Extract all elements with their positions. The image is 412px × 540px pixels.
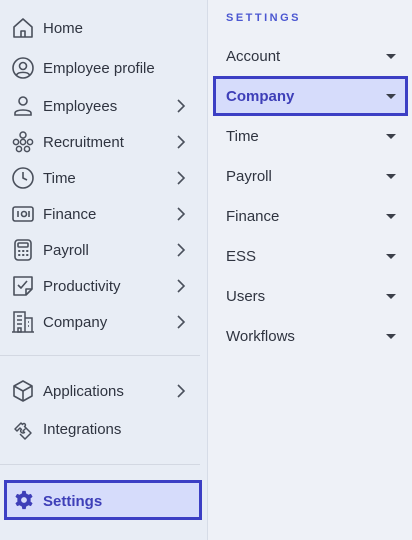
settings-item-label: Time bbox=[226, 128, 259, 145]
sidebar-item-employees[interactable]: Employees bbox=[0, 90, 208, 122]
banknote-icon bbox=[11, 202, 35, 226]
chevron-right-icon bbox=[177, 315, 186, 329]
settings-panel: SETTINGS Account Company Time Payroll Fi… bbox=[209, 0, 412, 540]
caret-down-icon bbox=[386, 134, 396, 139]
chevron-right-icon bbox=[177, 171, 186, 185]
settings-item-finance[interactable]: Finance bbox=[209, 196, 412, 236]
settings-section-title: SETTINGS bbox=[226, 12, 302, 24]
settings-item-label: Users bbox=[226, 288, 266, 305]
sidebar-item-employee-profile[interactable]: Employee profile bbox=[0, 52, 208, 84]
cube-icon bbox=[11, 379, 35, 403]
caret-down-icon bbox=[386, 214, 396, 219]
settings-item-users[interactable]: Users bbox=[209, 276, 412, 316]
sidebar-item-time[interactable]: Time bbox=[0, 162, 208, 194]
sidebar-item-label: Company bbox=[43, 313, 108, 331]
clock-icon bbox=[11, 166, 35, 190]
user-circle-icon bbox=[11, 56, 35, 80]
settings-item-company[interactable]: Company bbox=[213, 76, 408, 116]
settings-item-label: Payroll bbox=[226, 168, 272, 185]
settings-label: Settings bbox=[43, 493, 103, 510]
settings-item-label: ESS bbox=[226, 248, 257, 265]
caret-down-icon bbox=[386, 94, 396, 99]
settings-item-label: Company bbox=[226, 88, 295, 105]
sidebar-item-recruitment[interactable]: Recruitment bbox=[0, 126, 208, 158]
sidebar-item-label: Productivity bbox=[43, 277, 121, 295]
sidebar-item-label: Integrations bbox=[43, 420, 122, 438]
sidebar-item-applications[interactable]: Applications bbox=[0, 375, 208, 407]
sidebar-item-label: Employee profile bbox=[43, 59, 155, 77]
settings-item-label: Finance bbox=[226, 208, 280, 225]
settings-item-account[interactable]: Account bbox=[209, 36, 412, 76]
sidebar-item-label: Employees bbox=[43, 97, 118, 115]
sidebar-item-productivity[interactable]: Productivity bbox=[0, 270, 208, 302]
calculator-icon bbox=[11, 238, 35, 262]
caret-down-icon bbox=[386, 334, 396, 339]
person-icon bbox=[11, 94, 35, 118]
settings-item-payroll[interactable]: Payroll bbox=[209, 156, 412, 196]
caret-down-icon bbox=[386, 254, 396, 259]
checklist-icon bbox=[11, 274, 35, 298]
sidebar-item-label: Time bbox=[43, 169, 76, 187]
sidebar-item-integrations[interactable]: Integrations bbox=[0, 413, 208, 445]
sidebar-item-label: Finance bbox=[43, 205, 97, 223]
building-icon bbox=[11, 310, 35, 334]
settings-item-workflows[interactable]: Workflows bbox=[209, 316, 412, 356]
sidebar-item-label: Recruitment bbox=[43, 133, 124, 151]
sidebar-item-home[interactable]: Home bbox=[0, 12, 208, 44]
sidebar-item-label: Home bbox=[43, 19, 84, 37]
sidebar-item-payroll[interactable]: Payroll bbox=[0, 234, 208, 266]
settings-item-label: Workflows bbox=[226, 328, 295, 345]
chevron-right-icon bbox=[177, 135, 186, 149]
caret-down-icon bbox=[386, 174, 396, 179]
chevron-right-icon bbox=[177, 243, 186, 257]
sidebar-item-label: Payroll bbox=[43, 241, 89, 259]
chevron-right-icon bbox=[177, 99, 186, 113]
settings-item-ess[interactable]: ESS bbox=[209, 236, 412, 276]
settings-item-time[interactable]: Time bbox=[209, 116, 412, 156]
sidebar-divider bbox=[0, 355, 200, 356]
settings-item-label: Account bbox=[226, 48, 281, 65]
sidebar-divider bbox=[0, 464, 200, 465]
chevron-right-icon bbox=[177, 384, 186, 398]
puzzle-icon bbox=[11, 417, 35, 441]
people-group-icon bbox=[11, 130, 35, 154]
sidebar-item-settings[interactable]: Settings bbox=[4, 480, 202, 520]
chevron-right-icon bbox=[177, 207, 186, 221]
caret-down-icon bbox=[386, 54, 396, 59]
caret-down-icon bbox=[386, 294, 396, 299]
chevron-right-icon bbox=[177, 279, 186, 293]
sidebar-item-finance[interactable]: Finance bbox=[0, 198, 208, 230]
sidebar-item-label: Applications bbox=[43, 382, 124, 400]
gear-icon bbox=[15, 490, 33, 510]
home-icon bbox=[11, 16, 35, 40]
sidebar-item-company[interactable]: Company bbox=[0, 306, 208, 338]
main-sidebar: Home Employee profile Employees Recruitm… bbox=[0, 0, 208, 540]
